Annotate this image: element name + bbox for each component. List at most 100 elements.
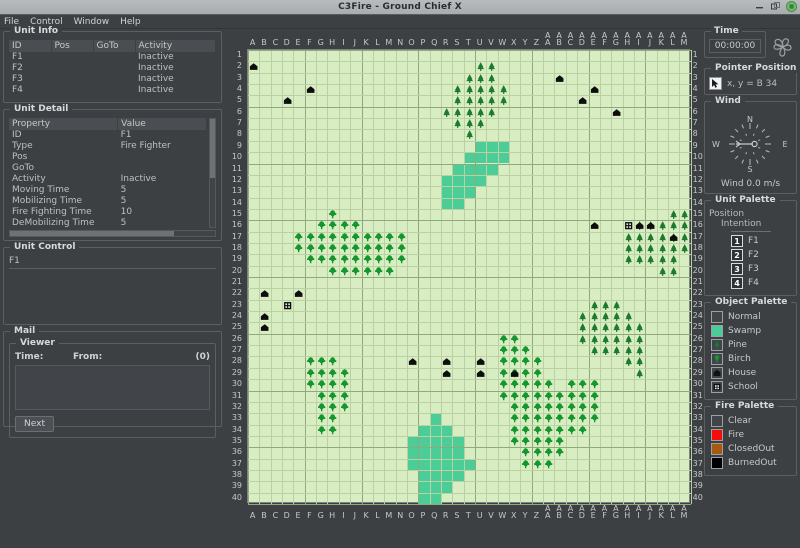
map-tile-swamp[interactable] <box>442 187 452 197</box>
unit-control-body[interactable] <box>9 269 216 325</box>
map-sprite-birch[interactable] <box>316 425 327 436</box>
map-sprite-pine[interactable] <box>657 254 668 265</box>
mail-message-box[interactable] <box>15 365 210 410</box>
map-sprite-birch[interactable] <box>498 356 509 367</box>
map-sprite-pine[interactable] <box>475 84 486 95</box>
map-sprite-birch[interactable] <box>566 391 577 402</box>
map-sprite-house[interactable] <box>259 322 270 333</box>
map-sprite-school[interactable] <box>282 300 293 311</box>
map-sprite-birch[interactable] <box>350 254 361 265</box>
map-sprite-birch[interactable] <box>327 220 338 231</box>
object-palette-item-swamp[interactable]: Swamp <box>711 325 792 337</box>
map-tile-swamp[interactable] <box>442 176 452 186</box>
map-tile-swamp[interactable] <box>431 494 441 504</box>
map-sprite-birch[interactable] <box>532 459 543 470</box>
map-sprite-birch[interactable] <box>384 232 395 243</box>
map-tile-swamp[interactable] <box>465 153 475 163</box>
map-sprite-pine[interactable] <box>634 334 645 345</box>
map-sprite-birch[interactable] <box>339 254 350 265</box>
object-palette-item-pine[interactable]: Pine <box>711 339 792 351</box>
scrollbar-thumb[interactable] <box>10 231 174 236</box>
map-tile-swamp[interactable] <box>419 460 429 470</box>
fire-swatch-icon[interactable] <box>711 429 723 441</box>
map-sprite-birch[interactable] <box>316 220 327 231</box>
map-sprite-birch[interactable] <box>543 413 554 424</box>
table-row[interactable]: Fire Fighting Time10 <box>9 207 207 218</box>
map-sprite-birch[interactable] <box>566 425 577 436</box>
map-sprite-birch[interactable] <box>327 379 338 390</box>
map-sprite-pine[interactable] <box>498 84 509 95</box>
map-sprite-house[interactable] <box>554 73 565 84</box>
map-tile-swamp[interactable] <box>431 437 441 447</box>
map-sprite-birch[interactable] <box>554 402 565 413</box>
map-sprite-pine[interactable] <box>600 300 611 311</box>
map-sprite-pine[interactable] <box>668 243 679 254</box>
unit-number-icon[interactable]: 4 <box>731 277 743 289</box>
map-sprite-birch[interactable] <box>509 425 520 436</box>
map-sprite-pine[interactable] <box>475 61 486 72</box>
menu-item-window[interactable]: Window <box>74 17 110 27</box>
map-sprite-birch[interactable] <box>543 447 554 458</box>
map-sprite-pine[interactable] <box>623 254 634 265</box>
map-sprite-birch[interactable] <box>577 413 588 424</box>
map-sprite-house[interactable] <box>441 368 452 379</box>
map-sprite-birch[interactable] <box>589 402 600 413</box>
map-tile-swamp[interactable] <box>408 437 418 447</box>
map-sprite-birch[interactable] <box>498 334 509 345</box>
map-sprite-pine[interactable] <box>634 345 645 356</box>
map-sprite-birch[interactable] <box>520 391 531 402</box>
map-sprite-pine[interactable] <box>623 322 634 333</box>
swamp-tile-icon[interactable] <box>711 325 723 337</box>
unit-info-col-activity[interactable]: Activity <box>135 40 216 52</box>
map-sprite-pine[interactable] <box>657 243 668 254</box>
map-sprite-birch[interactable] <box>327 209 338 220</box>
object-palette-item-normal[interactable]: Normal <box>711 311 792 323</box>
map-sprite-birch[interactable] <box>577 402 588 413</box>
map-sprite-birch[interactable] <box>362 232 373 243</box>
map-sprite-birch[interactable] <box>520 447 531 458</box>
map-tile-swamp[interactable] <box>476 176 486 186</box>
map-tile-swamp[interactable] <box>408 460 418 470</box>
map-sprite-pine[interactable] <box>589 300 600 311</box>
map-sprite-birch[interactable] <box>566 402 577 413</box>
map-sprite-birch[interactable] <box>350 232 361 243</box>
map-sprite-pine[interactable] <box>452 118 463 129</box>
map-sprite-birch[interactable] <box>327 425 338 436</box>
unit-info-col-id[interactable]: ID <box>9 40 51 52</box>
maximize-icon[interactable] <box>770 1 781 12</box>
map-tile-swamp[interactable] <box>442 437 452 447</box>
map-sprite-birch[interactable] <box>316 243 327 254</box>
map-sprite-house[interactable] <box>282 95 293 106</box>
birch-tree-icon[interactable] <box>711 353 723 365</box>
map-sprite-birch[interactable] <box>589 379 600 390</box>
map-sprite-pine[interactable] <box>577 322 588 333</box>
map-tile-swamp[interactable] <box>465 165 475 175</box>
map-sprite-birch[interactable] <box>316 413 327 424</box>
map-tile-swamp[interactable] <box>431 426 441 436</box>
map-sprite-birch[interactable] <box>373 232 384 243</box>
table-row[interactable]: F2 Inactive <box>9 63 216 74</box>
map-sprite-birch[interactable] <box>520 379 531 390</box>
object-palette-item-house[interactable]: House <box>711 367 792 379</box>
map-sprite-birch[interactable] <box>316 356 327 367</box>
fire-palette-item-closedout[interactable]: ClosedOut <box>711 443 792 455</box>
map-sprite-pine[interactable] <box>600 345 611 356</box>
map-sprite-birch[interactable] <box>339 391 350 402</box>
map-sprite-birch[interactable] <box>327 413 338 424</box>
map-sprite-birch[interactable] <box>577 379 588 390</box>
unit-palette-item-f3[interactable]: 3 F3 <box>709 263 792 275</box>
map-sprite-pine[interactable] <box>464 95 475 106</box>
map-sprite-pine[interactable] <box>611 300 622 311</box>
map-sprite-pine[interactable] <box>668 266 679 277</box>
map-sprite-pine[interactable] <box>611 322 622 333</box>
map-tile-swamp[interactable] <box>419 482 429 492</box>
map-tile-swamp[interactable] <box>431 414 441 424</box>
map-tile-swamp[interactable] <box>419 437 429 447</box>
map-sprite-birch[interactable] <box>327 266 338 277</box>
map-sprite-pine[interactable] <box>498 95 509 106</box>
map-sprite-pine[interactable] <box>679 232 690 243</box>
map-sprite-pine[interactable] <box>452 84 463 95</box>
map-sprite-birch[interactable] <box>543 436 554 447</box>
map-sprite-pine[interactable] <box>475 95 486 106</box>
map-sprite-house[interactable] <box>441 356 452 367</box>
